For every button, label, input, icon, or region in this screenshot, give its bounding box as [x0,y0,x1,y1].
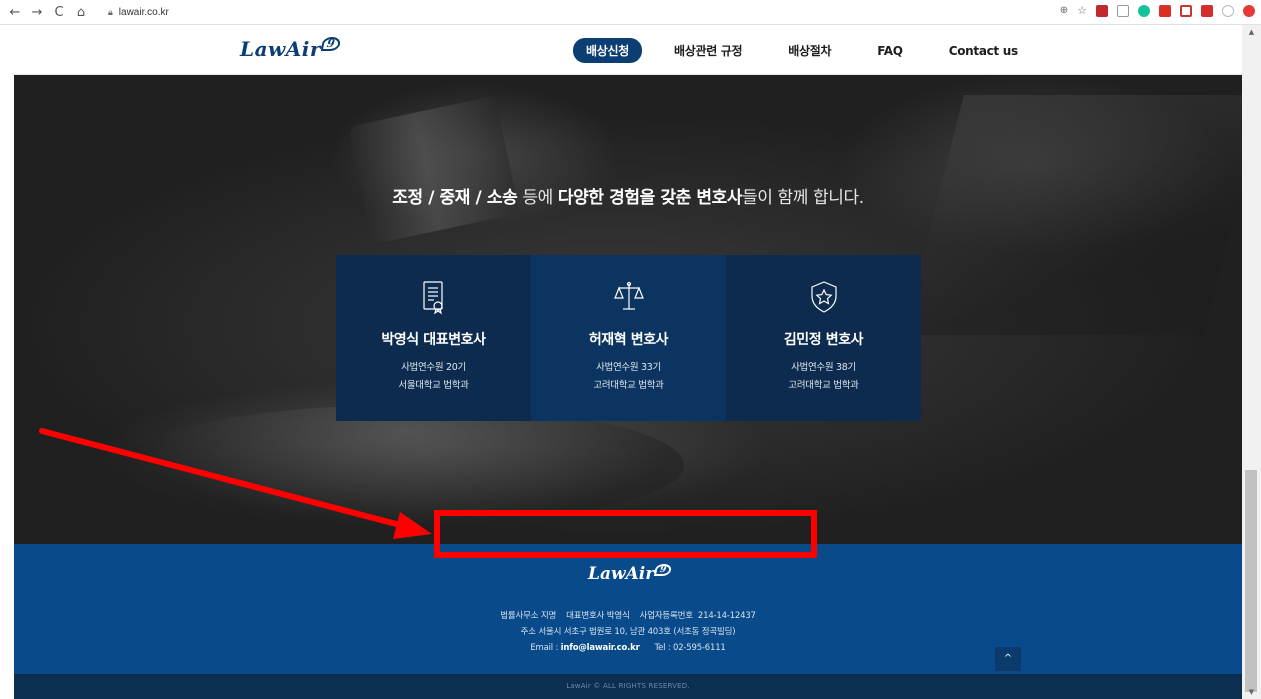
hero-tagline: 조정 / 중재 / 소송 등에 다양한 경험을 갖춘 변호사들이 함께 합니다. [14,183,1242,208]
annotation-highlight-box [434,510,817,558]
lawyer-school: 서울대학교 법학과 [398,380,469,391]
lawyer-school: 고려대학교 법학과 [593,380,664,391]
reload-icon[interactable]: C [48,5,70,20]
scrollbar-thumb[interactable] [1245,470,1257,692]
lawyer-school: 고려대학교 법학과 [788,380,859,391]
site-footer: LawAir 9 법률사무소 지명 대표변호사 박영식 사업자등록번호 214-1… [14,544,1242,674]
extension-area: ⊕ ☆ [1060,4,1255,17]
footer-email-label: Email : [530,643,561,653]
menu-item-faq[interactable]: FAQ [877,44,903,58]
lawyer-training: 사법연수원 20기 [401,362,466,373]
hero-background-gavel [348,95,520,245]
lawyer-name: 허재혁 변호사 [588,332,669,348]
footer-logo-badge: 9 [654,564,673,576]
back-icon[interactable]: ← [4,5,26,20]
extension-icon[interactable] [1138,4,1150,17]
browser-toolbar: ← → C ⌂ 🔒︎ lawair.co.kr ⊕ ☆ [0,0,1261,25]
tagline-bold-1: 조정 / 중재 / 소송 [392,188,518,208]
extension-icon[interactable] [1180,4,1192,17]
lawyer-training: 사법연수원 33기 [596,362,661,373]
lawyer-card: 허재혁 변호사 사법연수원 33기 고려대학교 법학과 [531,255,726,421]
copyright-bar: LawAir © ALL RIGHTS RESERVED. [14,674,1242,699]
scroll-down-arrow-icon[interactable]: ▼ [1242,685,1261,699]
hero-background-block [124,405,684,525]
footer-tel: Tel : 02-595-6111 [654,643,726,653]
hero-background-book [904,95,1242,335]
tagline-bold-2: 다양한 경험을 갖춘 변호사 [557,188,743,208]
footer-info: 법률사무소 지명 대표변호사 박영식 사업자등록번호 214-14-12437 … [14,608,1242,656]
extension-icon[interactable] [1159,4,1171,17]
star-icon[interactable]: ☆ [1077,4,1087,17]
menu-item-regulations[interactable]: 배상관련 규정 [674,42,743,59]
lock-icon: 🔒︎ [108,6,113,17]
footer-contact-line: Email : info@lawair.co.kr Tel : 02-595-6… [14,640,1242,656]
hero-section: 조정 / 중재 / 소송 등에 다양한 경험을 갖춘 변호사들이 함께 합니다.… [14,75,1242,544]
address-bar[interactable]: 🔒︎ lawair.co.kr [108,3,169,21]
extension-icon[interactable] [1201,4,1213,17]
extension-icon[interactable] [1096,4,1108,17]
document-certificate-icon [422,281,443,315]
scroll-up-arrow-icon[interactable]: ▲ [1242,25,1261,39]
zoom-icon[interactable]: ⊕ [1060,5,1068,16]
scroll-to-top-button[interactable]: ^ [995,647,1021,671]
lawyer-training: 사법연수원 38기 [791,362,856,373]
scales-justice-icon [613,281,644,310]
menu-item-contact[interactable]: Contact us [949,44,1018,58]
logo-badge: 9 [320,37,342,51]
forward-icon[interactable]: → [26,5,48,20]
extension-icon[interactable] [1222,4,1234,17]
menu-item-apply[interactable]: 배상신청 [573,38,642,63]
url-text: lawair.co.kr [118,6,169,18]
main-menu: 배상신청 배상관련 규정 배상절차 FAQ Contact us [573,38,1064,63]
footer-email-link[interactable]: info@lawair.co.kr [561,643,640,653]
web-page: LawAir 9 배상신청 배상관련 규정 배상절차 FAQ Contact us… [14,25,1242,699]
footer-company-line: 법률사무소 지명 대표변호사 박영식 사업자등록번호 214-14-12437 [500,611,756,621]
extension-icon[interactable] [1243,4,1255,17]
lawyer-name: 김민정 변호사 [783,332,864,348]
logo-text: LawAir [240,37,321,61]
page-scrollbar[interactable]: ▲ ▼ [1242,25,1261,699]
menu-item-procedure[interactable]: 배상절차 [788,42,831,59]
footer-address-line: 주소 서울시 서초구 법원로 10, 남관 403호 (서초동 정곡빌딩) [520,627,736,637]
lawyer-card: 박영식 대표변호사 사법연수원 20기 서울대학교 법학과 [336,255,531,421]
footer-logo-text: LawAir [588,564,655,584]
shield-star-icon [810,281,837,313]
home-icon[interactable]: ⌂ [70,5,92,20]
site-logo[interactable]: LawAir 9 [240,37,342,61]
site-header: LawAir 9 배상신청 배상관련 규정 배상절차 FAQ Contact us [14,25,1242,75]
tagline-text-2: 들이 함께 합니다. [742,188,864,208]
lawyer-name: 박영식 대표변호사 [381,332,486,348]
footer-logo[interactable]: LawAir 9 [588,564,673,584]
lawyer-cards: 박영식 대표변호사 사법연수원 20기 서울대학교 법학과 허재혁 변호사 사법… [336,255,921,421]
lawyer-card: 김민정 변호사 사법연수원 38기 고려대학교 법학과 [726,255,921,421]
extension-icon[interactable] [1117,4,1129,17]
tagline-text-1: 등에 [517,188,558,208]
